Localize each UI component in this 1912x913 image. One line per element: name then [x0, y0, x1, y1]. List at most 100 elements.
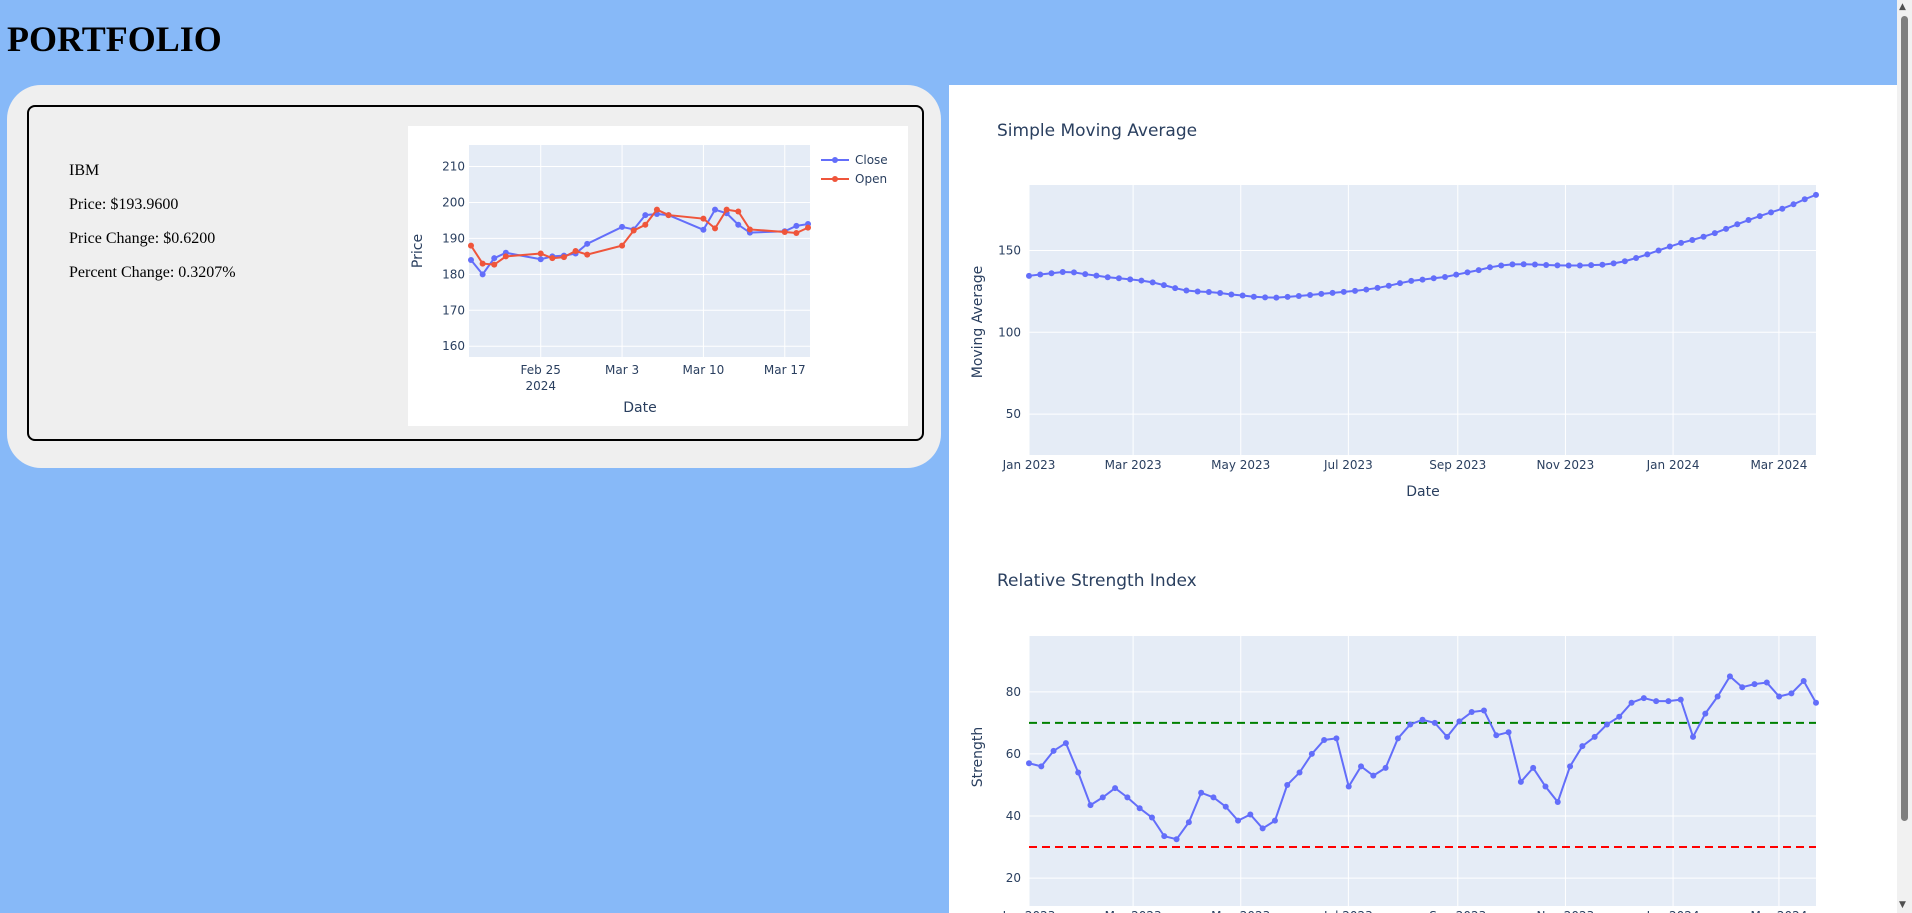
- series-point: [1115, 275, 1122, 282]
- series-point: [1222, 803, 1229, 810]
- series-point: [1284, 293, 1291, 300]
- series-point: [1271, 817, 1278, 824]
- series-point: [1363, 286, 1370, 293]
- series-point: [1653, 698, 1660, 705]
- series-open-point: [712, 225, 719, 232]
- series-point: [1259, 825, 1266, 832]
- sma-x-axis-title: Date: [1406, 484, 1439, 500]
- series-point: [1554, 262, 1561, 269]
- y-tick-label: 60: [1006, 747, 1021, 761]
- series-point: [1307, 291, 1314, 298]
- y-tick-label: 190: [442, 231, 465, 245]
- sma-y-axis-title: Moving Average: [970, 266, 986, 379]
- series-close-point: [793, 222, 800, 229]
- y-axis-title: Price: [410, 234, 426, 268]
- series-point: [1567, 763, 1574, 770]
- series-point: [1702, 710, 1709, 717]
- series-point: [1397, 280, 1404, 287]
- x-tick-label: Sep 2023: [1429, 458, 1486, 472]
- x-tick-label: Mar 2024: [1750, 909, 1807, 913]
- series-point: [1579, 743, 1586, 750]
- series-point: [1790, 201, 1797, 208]
- x-tick-label: Nov 2023: [1537, 458, 1595, 472]
- stock-price-change: Price Change: $0.6200: [69, 230, 216, 247]
- series-open-point: [619, 242, 626, 249]
- y-tick-label: 80: [1006, 685, 1021, 699]
- series-close-point: [642, 212, 649, 219]
- series-point: [1456, 718, 1463, 725]
- x-tick-label: Jul 2023: [1323, 909, 1373, 913]
- series-point: [1296, 769, 1303, 776]
- series-point: [1453, 271, 1460, 278]
- series-point: [1690, 733, 1697, 740]
- series-point: [1308, 750, 1315, 757]
- legend-close-label: Close: [855, 153, 888, 167]
- indicators-panel: Simple Moving Average 50 100 150 Jan 2023 M…: [949, 85, 1897, 913]
- series-point: [1468, 709, 1475, 716]
- series-point: [1382, 764, 1389, 771]
- series-point: [1239, 292, 1246, 299]
- series-open-point: [468, 242, 474, 249]
- vertical-scrollbar[interactable]: ▲ ▼: [1897, 0, 1912, 913]
- scroll-up-icon[interactable]: ▲: [1899, 2, 1906, 12]
- x-tick-label: May 2023: [1211, 909, 1270, 913]
- series-open-point: [735, 208, 742, 215]
- series-point: [1124, 794, 1131, 801]
- sma-y-tick-labels: 50 100 150: [998, 243, 1021, 421]
- rsi-chart[interactable]: Relative Strength Index 20 40 60 80 Jan 202…: [949, 535, 1897, 913]
- series-point: [1714, 693, 1721, 700]
- series-point: [1751, 681, 1758, 688]
- series-point: [1205, 289, 1212, 296]
- series-point: [1745, 217, 1752, 224]
- rsi-y-tick-labels: 20 40 60 80: [1006, 685, 1021, 885]
- series-point: [1394, 735, 1401, 742]
- stock-symbol: IBM: [69, 162, 100, 179]
- scrollbar-thumb[interactable]: [1901, 16, 1908, 821]
- series-open-point: [653, 206, 660, 213]
- series-point: [1358, 763, 1365, 770]
- series-point: [1104, 274, 1111, 281]
- stock-price-chart[interactable]: 160 170 180 190 200 210 Feb 25 Mar 3 Mar 10 Mar …: [408, 126, 908, 426]
- series-point: [1554, 799, 1561, 806]
- sma-chart[interactable]: Simple Moving Average 50 100 150 Jan 2023 M…: [949, 85, 1897, 505]
- series-point: [1185, 819, 1192, 826]
- series-point: [1801, 196, 1808, 203]
- x-tick-label: Mar 2024: [1750, 458, 1807, 472]
- series-close-point: [468, 256, 474, 263]
- series-close-point: [735, 221, 742, 228]
- series-close-point: [712, 206, 719, 213]
- series-close-point: [491, 255, 498, 262]
- series-point: [1628, 699, 1635, 706]
- x-tick-label: Jan 2023: [1002, 458, 1056, 472]
- series-point: [1148, 814, 1155, 821]
- series-point: [1093, 272, 1100, 279]
- series-point: [1493, 732, 1500, 739]
- series-point: [1520, 261, 1527, 268]
- series-open-point: [781, 228, 788, 235]
- y-tick-label: 40: [1006, 809, 1021, 823]
- series-point: [1640, 695, 1647, 702]
- series-point: [1711, 230, 1718, 237]
- series-point: [1183, 287, 1190, 294]
- y-tick-label: 200: [442, 195, 465, 209]
- rsi-chart-title: Relative Strength Index: [997, 571, 1197, 591]
- x-tick-label: Sep 2023: [1429, 909, 1486, 913]
- scroll-down-icon[interactable]: ▼: [1899, 900, 1906, 910]
- series-point: [1408, 277, 1415, 284]
- series-point: [1616, 713, 1623, 720]
- series-close-point: [700, 226, 707, 233]
- series-close-point: [584, 240, 591, 247]
- stock-card-border: IBM Price: $193.9600 Price Change: $0.62…: [27, 105, 924, 441]
- legend-close-marker: [832, 157, 838, 163]
- series-point: [1026, 760, 1032, 767]
- series-point: [1295, 292, 1302, 299]
- series-point: [1734, 221, 1741, 228]
- series-open-point: [793, 230, 800, 237]
- x-tick-label: Mar 2023: [1105, 458, 1162, 472]
- series-open-point: [723, 206, 730, 213]
- series-point: [1099, 794, 1106, 801]
- y-tick-label: 210: [442, 160, 465, 174]
- y-tick-label: 50: [1006, 407, 1021, 421]
- series-point: [1038, 763, 1045, 770]
- rsi-plot-area: [1029, 636, 1816, 906]
